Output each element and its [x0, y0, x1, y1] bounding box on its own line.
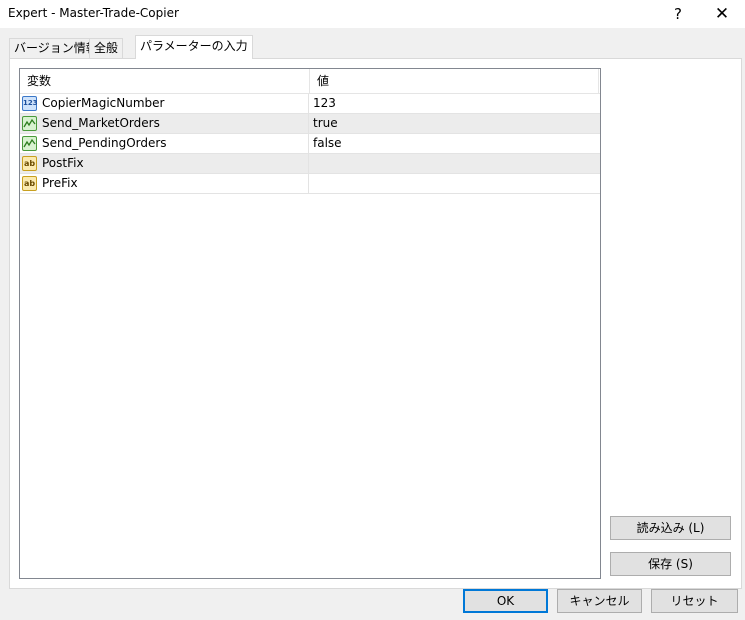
column-divider[interactable]	[598, 69, 599, 93]
table-row[interactable]: Send_MarketOrders true	[20, 114, 600, 134]
string-type-icon: ab	[22, 176, 37, 191]
integer-type-icon: 123	[22, 96, 38, 111]
parameter-value[interactable]: 123	[313, 94, 336, 113]
ok-button[interactable]: OK	[463, 589, 548, 613]
reset-button[interactable]: リセット	[651, 589, 738, 613]
table-row[interactable]: ab PreFix	[20, 174, 600, 194]
column-divider[interactable]	[309, 69, 310, 93]
parameter-name: Send_MarketOrders	[42, 116, 160, 130]
parameter-name: Send_PendingOrders	[42, 136, 167, 150]
parameter-name-cell: Send_PendingOrders	[20, 134, 309, 153]
column-header-value[interactable]: 値	[317, 69, 329, 93]
parameter-name-cell: Send_MarketOrders	[20, 114, 309, 133]
column-header-variable[interactable]: 変数	[27, 69, 51, 93]
tab-input-parameters[interactable]: パラメーターの入力	[135, 35, 253, 59]
parameter-name: CopierMagicNumber	[42, 96, 165, 110]
parameter-name-cell: ab PreFix	[20, 174, 309, 193]
boolean-type-icon	[22, 116, 37, 131]
parameter-name: PostFix	[42, 156, 84, 170]
string-type-icon: ab	[22, 156, 37, 171]
tab-general[interactable]: 全般	[89, 38, 124, 58]
parameter-name: PreFix	[42, 176, 78, 190]
cancel-button[interactable]: キャンセル	[557, 589, 642, 613]
table-row[interactable]: 123 CopierMagicNumber 123	[20, 94, 600, 114]
grid-header: 変数 値	[20, 69, 600, 94]
parameters-grid[interactable]: 変数 値 123 CopierMagicNumber 123 Send_Mark…	[19, 68, 601, 579]
save-button[interactable]: 保存 (S)	[610, 552, 731, 576]
parameter-name-cell: ab PostFix	[20, 154, 309, 173]
parameter-name-cell: 123 CopierMagicNumber	[20, 94, 309, 113]
table-row[interactable]: ab PostFix	[20, 154, 600, 174]
window-title: Expert - Master-Trade-Copier	[8, 6, 179, 20]
close-button[interactable]: ✕	[700, 0, 744, 28]
boolean-type-icon	[22, 136, 37, 151]
parameter-value[interactable]: false	[313, 134, 342, 153]
table-row[interactable]: Send_PendingOrders false	[20, 134, 600, 154]
load-button[interactable]: 読み込み (L)	[610, 516, 731, 540]
parameter-value[interactable]: true	[313, 114, 338, 133]
title-bar: Expert - Master-Trade-Copier ? ✕	[0, 0, 745, 28]
help-button[interactable]: ?	[656, 0, 700, 28]
